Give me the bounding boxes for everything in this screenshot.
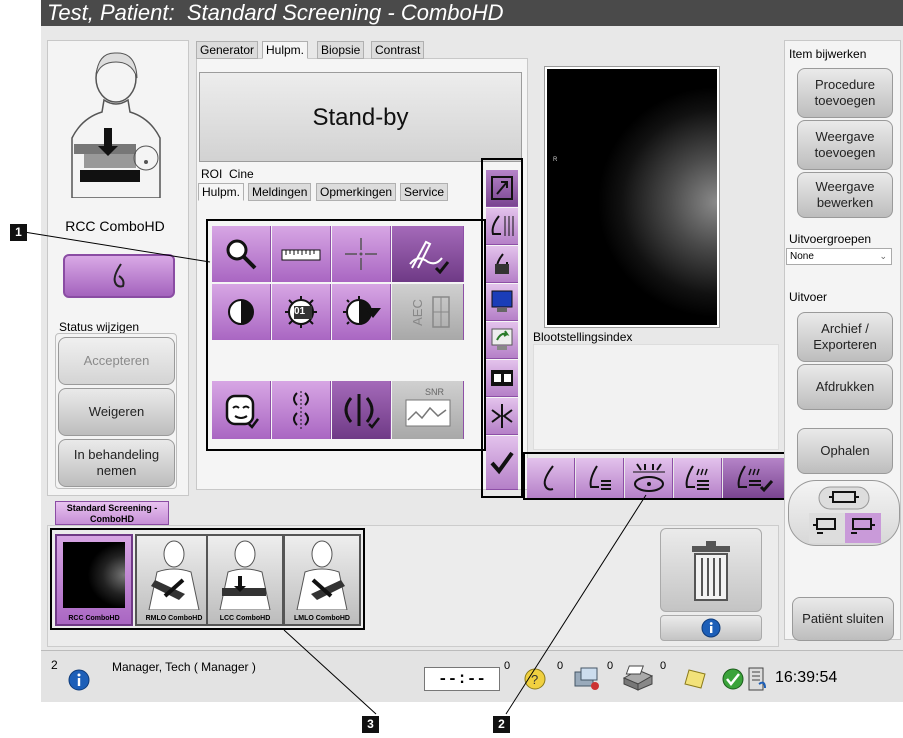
callout-leader-lines: [23, 231, 647, 715]
callout-1: 1: [10, 224, 27, 241]
callout-3: 3: [362, 716, 379, 733]
callout-2: 2: [493, 716, 510, 733]
